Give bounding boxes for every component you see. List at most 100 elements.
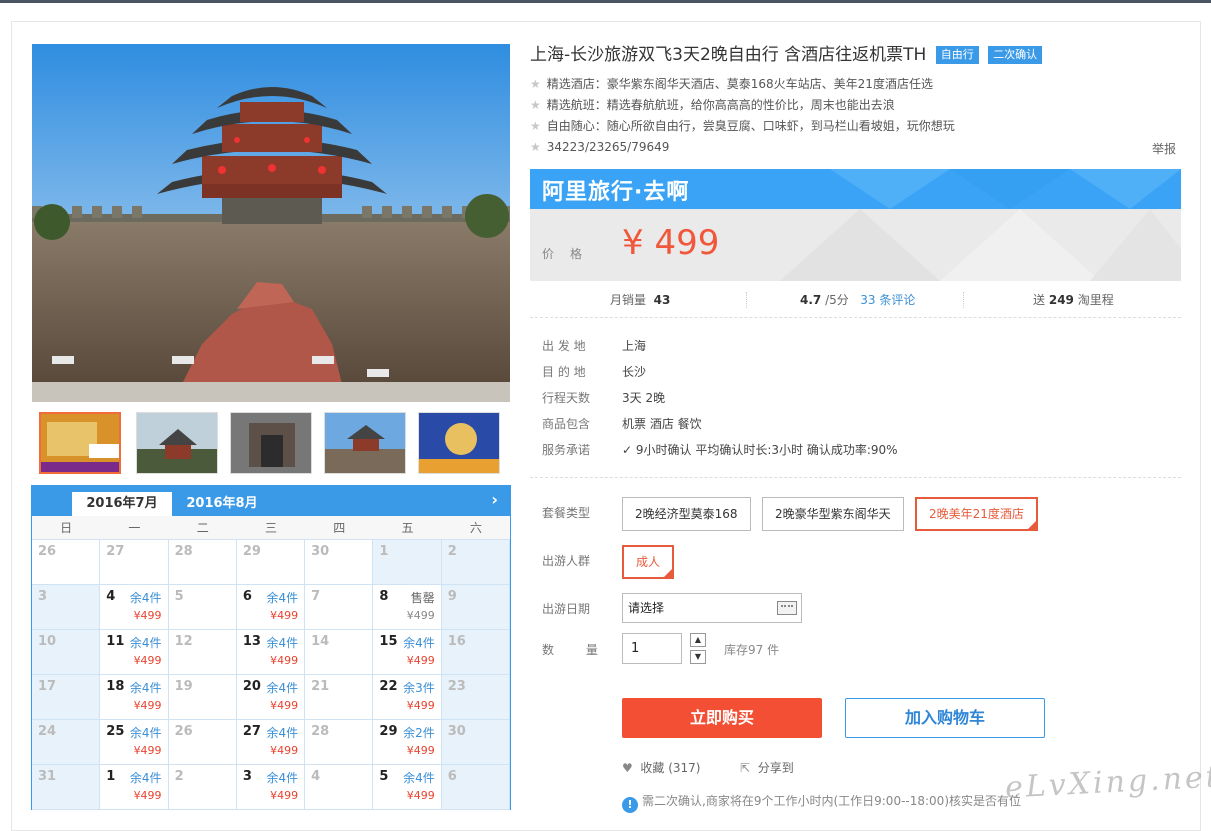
calendar-day[interactable]: 27 余4件 ¥499 <box>236 720 306 765</box>
day-number: 2 <box>174 769 184 784</box>
day-number: 23 <box>447 679 466 694</box>
day-number: 3 <box>38 589 48 604</box>
day-number: 27 <box>242 724 261 739</box>
calendar-day[interactable]: 5 余4件 ¥499 <box>373 765 442 810</box>
add-to-cart-button[interactable]: 加入购物车 <box>845 698 1045 738</box>
calendar-day[interactable]: 15 余4件 ¥499 <box>373 630 442 675</box>
price-box: 价格 ¥ 499 <box>530 209 1181 281</box>
day-price: ¥499 <box>406 789 435 802</box>
tag-free-travel: 自由行 <box>935 46 979 64</box>
calendar-day[interactable]: 13 余4件 ¥499 <box>236 630 306 675</box>
calendar-day[interactable]: 1 余4件 ¥499 <box>100 765 169 810</box>
day-stock: 余4件 <box>266 681 299 695</box>
calendar-day: 4 <box>305 765 374 810</box>
calendar-day[interactable]: 20 余4件 ¥499 <box>236 675 306 720</box>
weekday-label: 五 <box>401 521 414 535</box>
day-number: 28 <box>311 724 330 739</box>
weekday-label: 日 <box>60 521 73 535</box>
star-icon: ★ <box>530 77 541 91</box>
calendar-day: 1 <box>373 540 442 585</box>
calendar-day[interactable]: 29 余2件 ¥499 <box>373 720 442 765</box>
thumbnail-1[interactable] <box>39 412 121 474</box>
day-price: ¥499 <box>133 789 162 802</box>
date-picker-input[interactable]: 请选择 <box>622 593 802 623</box>
info-value: 长沙 <box>622 365 647 379</box>
day-stock: 售罄 <box>410 591 435 605</box>
day-number: 30 <box>447 724 466 739</box>
quantity-label: 数 量 <box>542 643 612 657</box>
calendar-tab-july[interactable]: 2016年7月 <box>72 492 172 516</box>
calendar-day[interactable]: 25 余4件 ¥499 <box>100 720 169 765</box>
star-icon: ★ <box>530 119 541 133</box>
product-title: 上海-长沙旅游双飞3天2晚自由行 含酒店往返机票TH 自由行 二次确认 <box>530 40 1182 70</box>
calendar-day: 23 <box>441 675 510 720</box>
divider <box>530 317 1181 318</box>
day-number: 12 <box>174 634 193 649</box>
day-number: 30 <box>311 544 330 559</box>
brand-banner: 阿里旅行·去啊 <box>530 169 1181 209</box>
quantity-up-icon[interactable]: ▲ <box>690 633 706 647</box>
calendar-day[interactable]: 11 余4件 ¥499 <box>100 630 169 675</box>
product-title-text: 上海-长沙旅游双飞3天2晚自由行 含酒店往返机票TH <box>530 45 927 65</box>
day-number: 16 <box>447 634 466 649</box>
package-option-3-selected[interactable]: 2晚美年21度酒店 <box>915 497 1038 531</box>
day-number: 28 <box>174 544 193 559</box>
calendar-day[interactable]: 6 余4件 ¥499 <box>236 585 306 630</box>
date-placeholder: 请选择 <box>628 601 665 615</box>
day-stock: 余4件 <box>129 636 162 650</box>
day-number: 3 <box>242 769 252 784</box>
thumbnail-3[interactable] <box>230 412 312 474</box>
quantity-down-icon[interactable]: ▼ <box>690 650 706 664</box>
calendar-day: 3 <box>32 585 101 630</box>
calendar-day: 28 <box>168 540 237 585</box>
day-number: 4 <box>311 769 321 784</box>
report-link[interactable]: 举报 <box>1152 140 1176 157</box>
group-option-adult[interactable]: 成人 <box>622 545 675 579</box>
quantity-input[interactable]: 1 <box>622 633 682 664</box>
price-label: 价格 <box>542 247 599 261</box>
sales-stats: 月销量 43 4.7 /5分 33 条评论 送 249 淘里程 <box>530 288 1181 312</box>
calendar-day: 31 <box>32 765 101 810</box>
package-option-2[interactable]: 2晚豪华型紫东阁华天 <box>762 497 904 531</box>
calendar-day[interactable]: 3 余4件 ¥499 <box>236 765 306 810</box>
day-number: 26 <box>38 544 57 559</box>
calendar-day: 26 <box>32 540 101 585</box>
day-stock: 余3件 <box>403 681 435 695</box>
day-price: ¥499 <box>133 699 162 712</box>
thumbnail-strip <box>39 412 509 476</box>
weekday-label: 二 <box>196 521 209 535</box>
product-details: 上海-长沙旅游双飞3天2晚自由行 含酒店往返机票TH 自由行 二次确认 ★ 精选酒… <box>530 40 1182 813</box>
day-number: 27 <box>106 544 125 559</box>
day-stock: 余4件 <box>403 636 435 650</box>
buy-now-button[interactable]: 立即购买 <box>622 698 822 738</box>
package-option-1[interactable]: 2晚经济型莫泰168 <box>622 497 751 531</box>
share-button[interactable]: ⇱ 分享到 <box>740 759 794 776</box>
day-number: 21 <box>311 679 330 694</box>
calendar-icon[interactable] <box>777 601 797 615</box>
info-key: 行程天数 <box>542 391 591 405</box>
thumbnail-4[interactable] <box>324 412 406 474</box>
feature-text: 精选酒店：豪华紫东阁华天酒店、莫泰168火车站店、美年21度酒店任选 <box>546 77 933 91</box>
chevron-right-icon[interactable]: › <box>491 490 498 509</box>
thumbnail-2[interactable] <box>136 412 218 474</box>
reviews-link[interactable]: 33 条评论 <box>860 293 915 307</box>
feature-text: 自由随心：随心所欲自由行，尝臭豆腐、口味虾，到马栏山看坡姐，玩你想玩 <box>546 119 955 133</box>
day-number: 14 <box>311 634 330 649</box>
calendar-day[interactable]: 22 余3件 ¥499 <box>373 675 442 720</box>
day-number: 29 <box>242 544 261 559</box>
calendar-day[interactable]: 8 售罄 ¥499 <box>373 585 442 630</box>
calendar-day[interactable]: 4 余4件 ¥499 <box>100 585 169 630</box>
day-number: 6 <box>447 769 457 784</box>
share-icon: ⇱ <box>740 761 751 775</box>
calendar-day[interactable]: 18 余4件 ¥499 <box>100 675 169 720</box>
day-stock: 余4件 <box>129 771 162 785</box>
calendar-day: 2 <box>441 540 510 585</box>
thumbnail-5[interactable] <box>418 412 500 474</box>
feature-item: ★ 34223/23265/79649 <box>530 137 1182 158</box>
calendar-tab-august[interactable]: 2016年8月 <box>172 492 272 516</box>
departure-calendar: 2016年7月 2016年8月 › 日一二三四五六 26 27 28 29 30 1 2 3 4… <box>31 485 511 810</box>
package-label: 套餐类型 <box>542 506 591 520</box>
group-label: 出游人群 <box>542 554 591 568</box>
favorite-button[interactable]: ♥ 收藏 (317) <box>622 759 701 776</box>
price-value: ¥ 499 <box>622 223 720 263</box>
